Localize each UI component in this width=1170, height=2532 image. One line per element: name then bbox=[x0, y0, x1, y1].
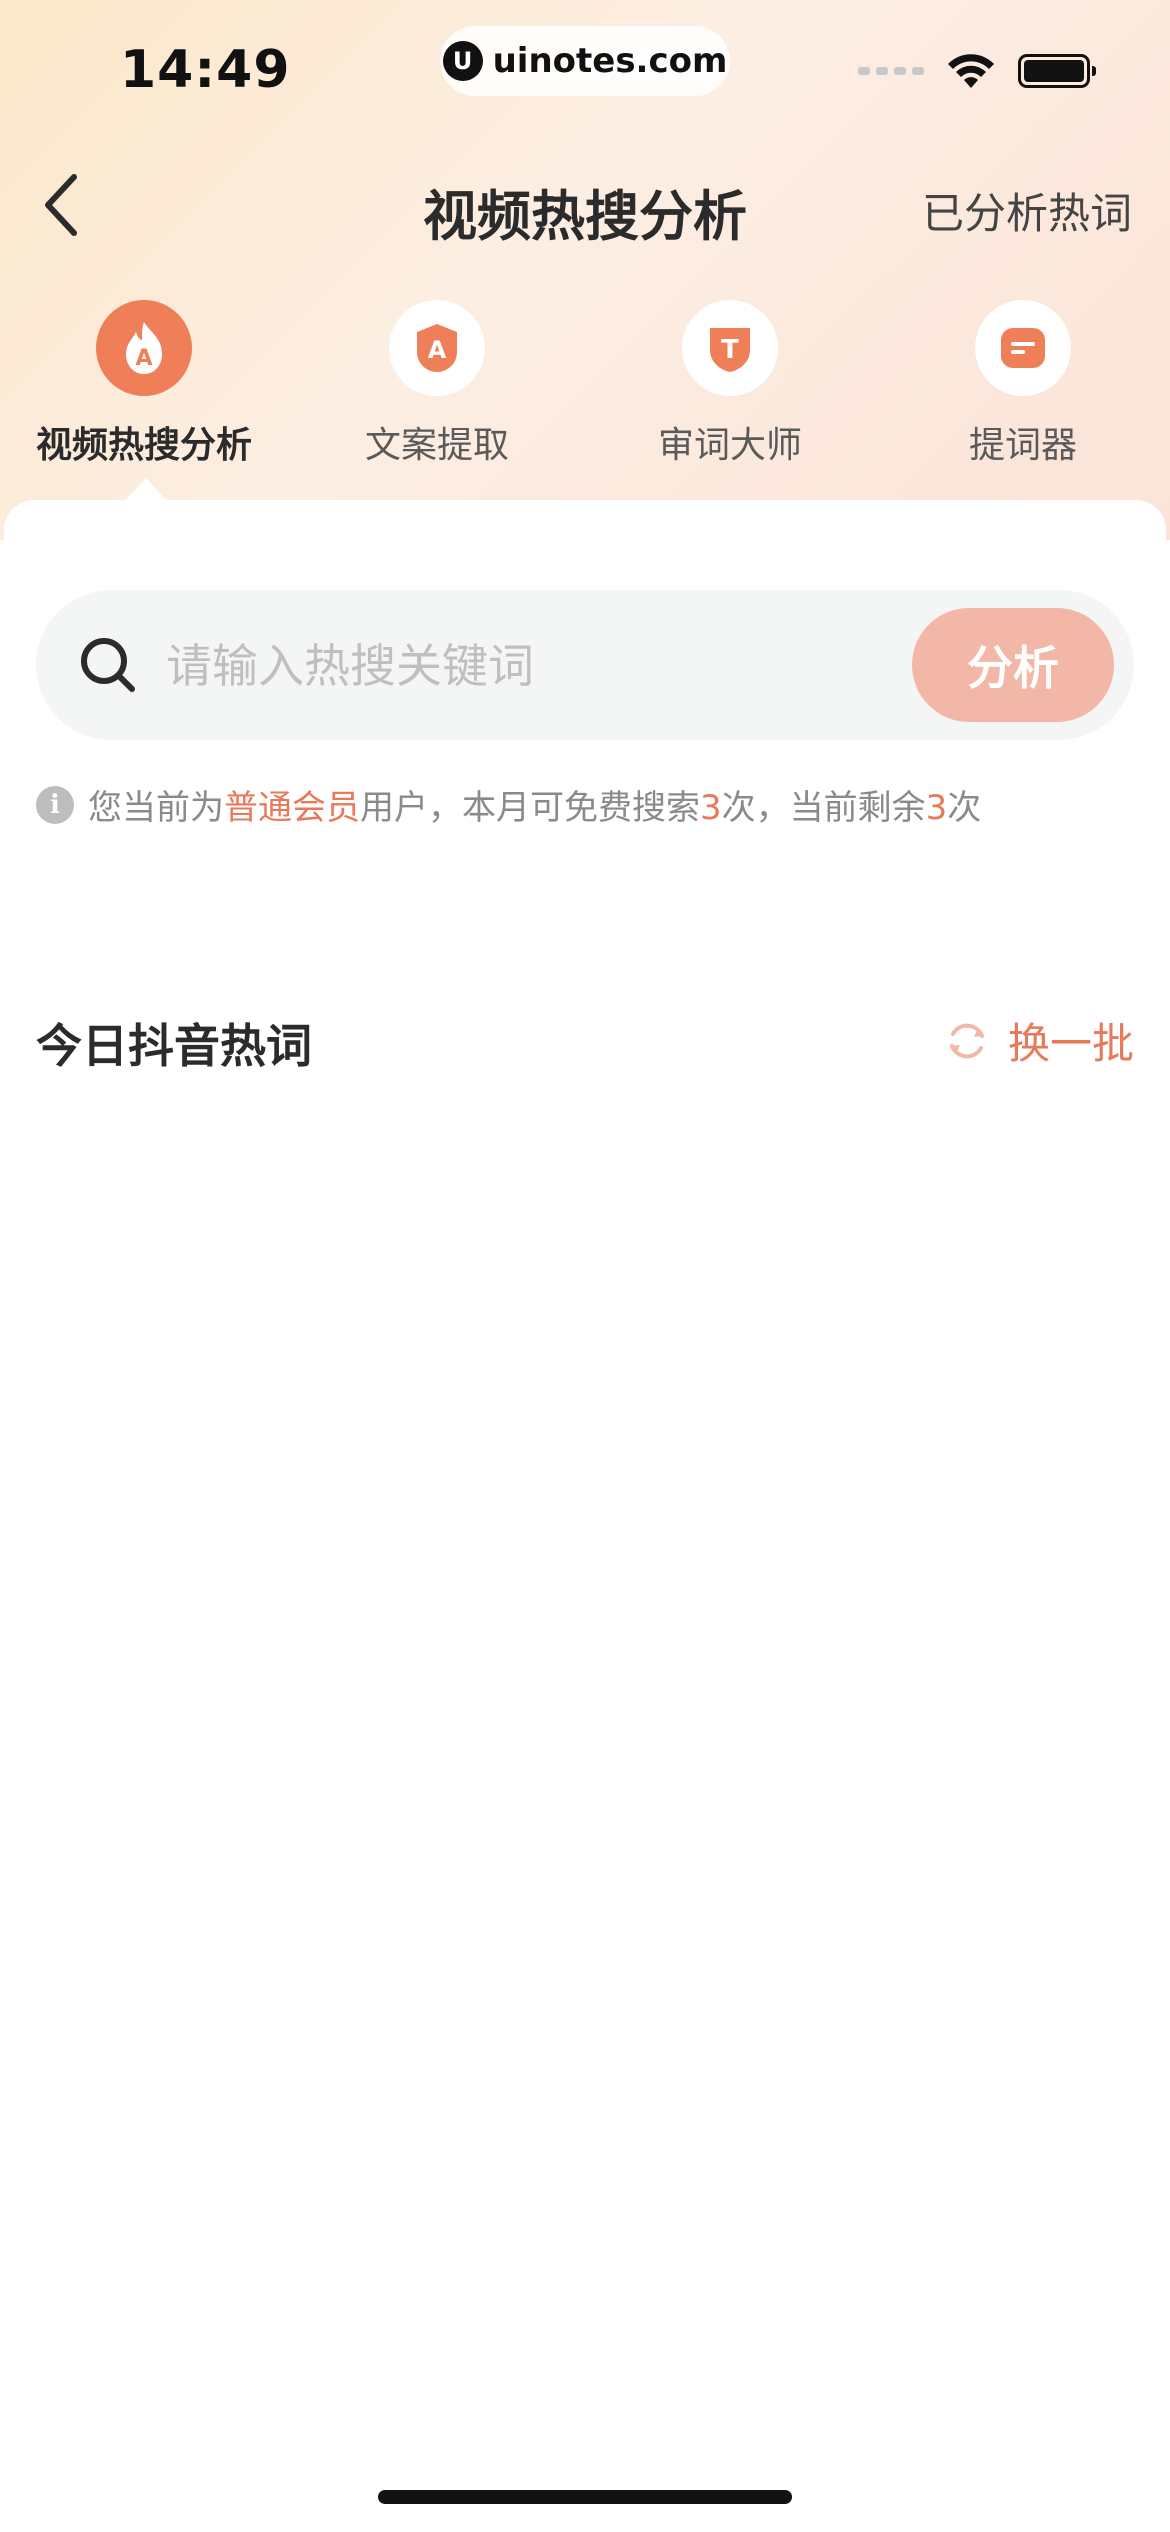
url-pill: U uinotes.com bbox=[440, 26, 730, 96]
hot-words-title: 今日抖音热词 bbox=[36, 1019, 312, 1073]
tab-video-hot-search[interactable]: A 视频热搜分析 bbox=[4, 300, 284, 468]
cellular-signal-icon bbox=[858, 67, 924, 75]
feature-tabs: A 视频热搜分析 A 文案提取 T 审词大师 提词器 bbox=[0, 300, 1170, 470]
analyzed-words-link[interactable]: 已分析热词 bbox=[922, 180, 1132, 241]
quota-text: 您当前为普通会员用户，本月可免费搜索3次，当前剩余3次 bbox=[88, 788, 982, 828]
teleprompter-icon bbox=[975, 300, 1071, 396]
flame-a-icon: A bbox=[96, 300, 192, 396]
svg-text:A: A bbox=[135, 346, 152, 371]
quota-notice: i 您当前为普通会员用户，本月可免费搜索3次，当前剩余3次 bbox=[36, 780, 981, 829]
tab-copy-extract[interactable]: A 文案提取 bbox=[297, 300, 577, 468]
search-input[interactable] bbox=[164, 630, 908, 702]
refresh-button[interactable]: 换一批 bbox=[944, 1010, 1134, 1071]
info-icon: i bbox=[36, 785, 74, 824]
tab-label: 文案提取 bbox=[364, 425, 509, 466]
tab-word-review[interactable]: T 审词大师 bbox=[590, 300, 870, 468]
letter-t-shield-icon: T bbox=[682, 300, 778, 396]
letter-a-badge-icon: A bbox=[389, 300, 485, 396]
svg-text:T: T bbox=[721, 335, 739, 365]
analyze-button[interactable]: 分析 bbox=[912, 608, 1114, 722]
tab-label: 审词大师 bbox=[657, 425, 802, 466]
tab-label: 提词器 bbox=[968, 425, 1077, 466]
free-count: 3 bbox=[700, 788, 722, 828]
status-time: 14:49 bbox=[120, 40, 291, 100]
refresh-label: 换一批 bbox=[1007, 1019, 1134, 1068]
remaining-count: 3 bbox=[925, 788, 948, 828]
tab-label: 视频热搜分析 bbox=[35, 425, 252, 466]
battery-icon bbox=[1018, 54, 1096, 88]
refresh-icon bbox=[949, 1023, 984, 1058]
active-tab-pointer bbox=[124, 478, 168, 502]
svg-text:A: A bbox=[428, 336, 447, 364]
search-bar: 分析 bbox=[36, 590, 1134, 740]
home-indicator[interactable] bbox=[378, 2490, 792, 2504]
url-text: uinotes.com bbox=[492, 41, 728, 81]
search-icon bbox=[81, 638, 135, 692]
tab-teleprompter[interactable]: 提词器 bbox=[883, 300, 1163, 468]
member-type: 普通会员 bbox=[224, 788, 360, 828]
site-logo-icon: U bbox=[442, 41, 483, 81]
wifi-icon bbox=[948, 54, 994, 88]
status-icons bbox=[858, 52, 1096, 90]
